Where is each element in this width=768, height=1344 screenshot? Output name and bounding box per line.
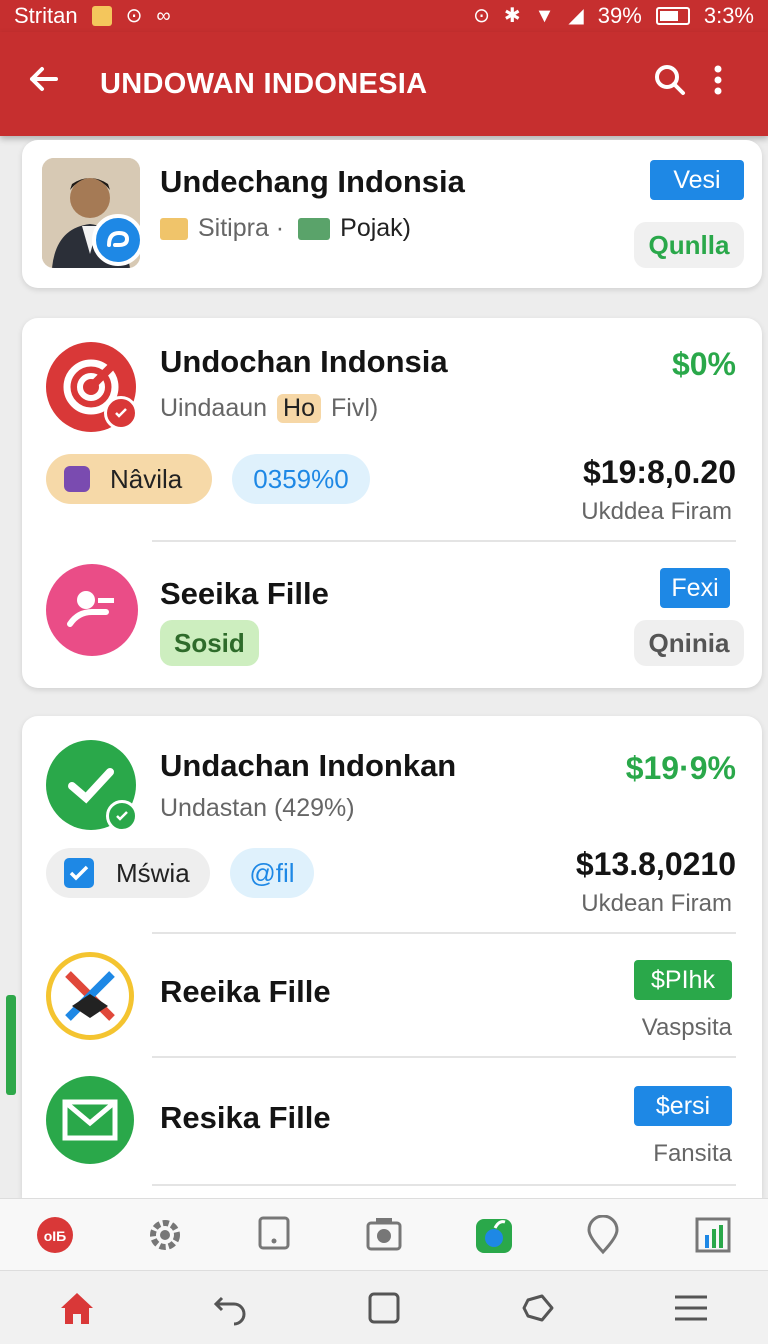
carrier-label: Stritan xyxy=(14,3,78,28)
file-title: Seeika Fille xyxy=(160,576,329,611)
account-title: Undochan Indonsia xyxy=(160,344,448,379)
card-subtitle: Sitipra · Pojak) xyxy=(160,214,411,243)
scroll-indicator xyxy=(6,995,16,1095)
handle-pill[interactable]: @fil xyxy=(230,848,314,898)
card-title: Undechang Indonsia xyxy=(160,164,465,199)
location-icon[interactable] xyxy=(573,1205,633,1265)
account-subtitle: Uindaaun Ho Fivl) xyxy=(160,394,378,423)
file-label: Vaspsita xyxy=(641,1014,732,1041)
app-icon xyxy=(64,466,90,492)
file-title: Resika Fille xyxy=(160,1100,331,1135)
percent-change: $0% xyxy=(671,346,736,382)
account-subtitle: Undastan (429%) xyxy=(160,794,355,822)
sync-icon: ⊙ xyxy=(125,5,143,27)
battery-icon xyxy=(655,7,690,25)
status-chip[interactable]: Qunlla xyxy=(634,222,744,268)
status-tag[interactable]: Vesi xyxy=(650,160,744,200)
file-tag[interactable]: $ersi xyxy=(634,1086,732,1126)
system-nav-bar xyxy=(0,1270,768,1344)
account-pill[interactable]: Nâvila xyxy=(46,454,212,504)
app-bar: UNDOWAN INDONESIA xyxy=(0,32,768,136)
category-icon xyxy=(160,217,188,240)
brand-icon[interactable]: οΙБ xyxy=(25,1205,85,1265)
apple-icon[interactable] xyxy=(464,1205,524,1265)
svg-text:οΙБ: οΙБ xyxy=(44,1228,67,1244)
user-chat-icon xyxy=(46,564,138,656)
battery-percent: 39% xyxy=(597,3,642,28)
file-chip[interactable]: Sosid xyxy=(160,620,259,666)
page-title: UNDOWAN INDONESIA xyxy=(100,67,428,100)
tablet-icon[interactable] xyxy=(244,1205,304,1265)
link-icon: ∞ xyxy=(156,5,171,27)
divider xyxy=(152,540,736,542)
clock: 3:3% xyxy=(703,3,754,28)
divider xyxy=(152,932,736,934)
account-pill[interactable]: Mświa xyxy=(46,848,210,898)
subtitle-part-a: Uindaaun xyxy=(160,394,268,422)
pill-label: Nâvila xyxy=(110,463,183,494)
subtitle-highlight: Ho xyxy=(277,394,321,423)
check-badge-icon xyxy=(106,800,138,832)
file-label: Fansita xyxy=(653,1140,732,1167)
subtitle-part-b: Fivl) xyxy=(331,394,379,422)
wifi-icon: ▼ xyxy=(534,5,555,27)
transactions-card: Undachan Indonkan Undastan (429%) $19·9%… xyxy=(22,716,762,1198)
file-status-chip[interactable]: Qninia xyxy=(634,620,744,666)
checkbox-icon[interactable] xyxy=(64,858,94,888)
divider xyxy=(152,1184,736,1186)
search-icon[interactable] xyxy=(646,62,694,107)
balance-amount: $19:8,0.20 xyxy=(582,454,736,490)
status-bar: Stritan ⊙ ∞ ⊙ ✱ ▼ ◢ 39% 3:3% xyxy=(0,0,768,32)
subtitle-part-b: Pojak) xyxy=(340,214,412,242)
subtitle-part-a: Sitipra · xyxy=(198,214,285,242)
more-vert-icon[interactable] xyxy=(694,62,742,107)
profile-card[interactable]: Undechang Indonsia Sitipra · Pojak) Vesi… xyxy=(22,140,762,288)
rotate-icon[interactable] xyxy=(506,1276,570,1340)
account-card: Undochan Indonsia Uindaaun Ho Fivl) $0% … xyxy=(22,318,762,688)
settings-icon[interactable] xyxy=(135,1205,195,1265)
divider xyxy=(152,1056,736,1058)
camera-icon[interactable] xyxy=(354,1205,414,1265)
bluetooth-icon: ✱ xyxy=(503,5,521,27)
balance-amount: $13.8,0210 xyxy=(575,846,736,882)
mail-icon xyxy=(46,1076,134,1164)
signal-icon: ◢ xyxy=(568,5,584,27)
check-badge-icon xyxy=(104,396,138,430)
code-pill[interactable]: 0359%0 xyxy=(232,454,370,504)
recents-icon[interactable] xyxy=(352,1276,416,1340)
file-title: Reeika Fille xyxy=(160,974,331,1009)
back-arrow-icon[interactable] xyxy=(26,61,74,107)
home-icon[interactable] xyxy=(45,1276,109,1340)
pill-label: Mświa xyxy=(116,857,190,888)
region-icon xyxy=(298,217,331,240)
back-gesture-icon[interactable] xyxy=(198,1276,262,1340)
menu-icon[interactable] xyxy=(659,1276,723,1340)
file-tag[interactable]: Fexi xyxy=(660,568,730,608)
verified-badge-icon xyxy=(92,214,144,266)
alarm-icon: ⊙ xyxy=(473,5,490,27)
blocked-icon xyxy=(46,952,134,1040)
balance-label: Ukddea Firam xyxy=(581,498,732,525)
account-title: Undachan Indonkan xyxy=(160,748,457,783)
file-tag[interactable]: $PIhk xyxy=(634,960,732,1000)
balance-label: Ukdean Firam xyxy=(581,890,732,917)
chart-icon[interactable] xyxy=(683,1205,743,1265)
notification-app-icon xyxy=(91,6,112,26)
percent-change: $19·9% xyxy=(625,750,736,786)
bottom-tab-bar: οΙБ xyxy=(0,1198,768,1270)
